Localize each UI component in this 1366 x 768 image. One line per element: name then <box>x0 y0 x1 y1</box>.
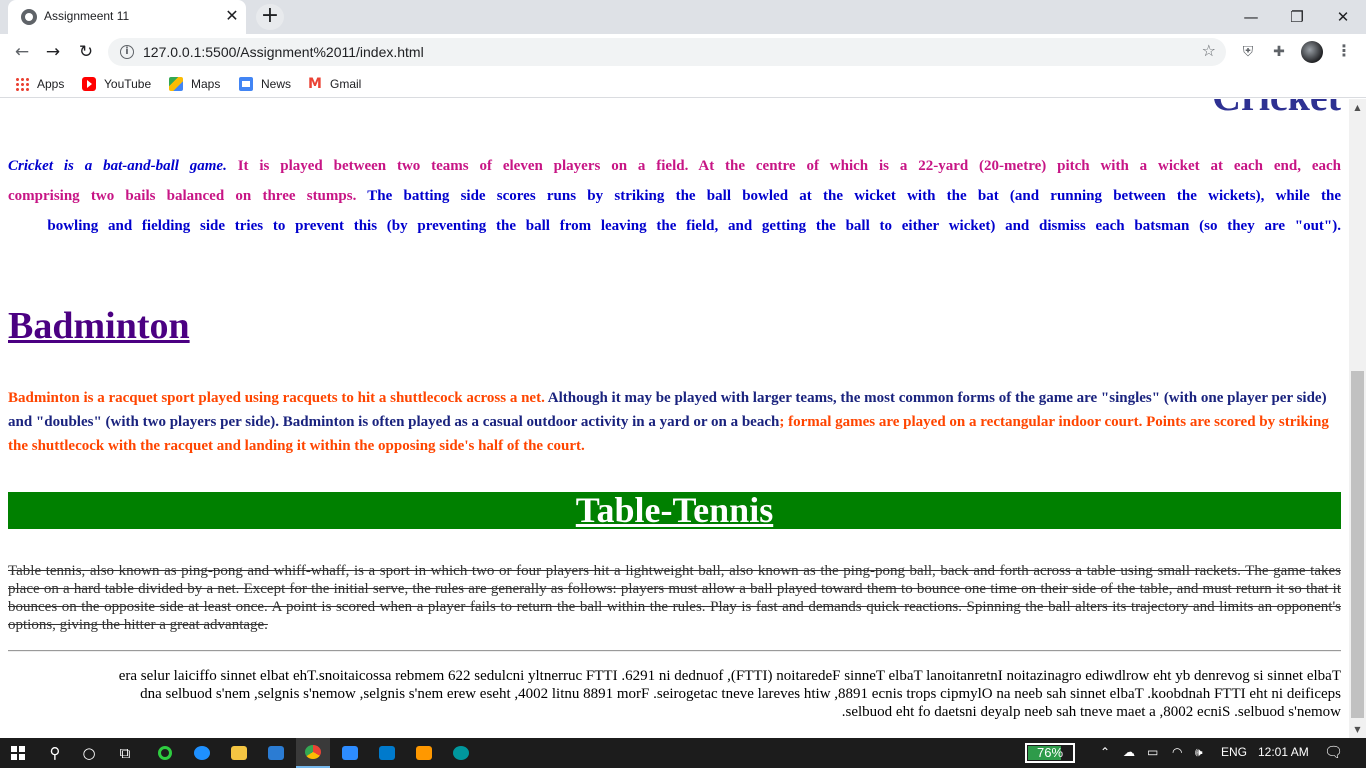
forward-button[interactable]: → <box>41 40 65 64</box>
profile-avatar[interactable] <box>1301 41 1323 63</box>
refresh-app-icon[interactable] <box>148 738 182 768</box>
start-button[interactable] <box>1 738 35 768</box>
sublime-text-icon[interactable] <box>407 738 441 768</box>
close-window-button[interactable]: ✕ <box>1320 4 1366 30</box>
page-scrollbar[interactable]: ▲ ▼ <box>1349 99 1366 738</box>
cortana-icon[interactable]: ○ <box>72 738 106 768</box>
horizontal-rule <box>8 650 1341 652</box>
file-explorer-icon[interactable] <box>222 738 256 768</box>
bookmark-youtube[interactable]: YouTube <box>82 76 151 92</box>
reversed-line: .selbuod eht fo daetsni deyalp neeb sah … <box>841 704 1341 720</box>
bookmark-label: Maps <box>191 77 221 91</box>
bookmarks-bar: Apps YouTube Maps News M Gmail <box>0 70 1366 98</box>
close-tab-icon[interactable]: ✕ <box>222 6 242 26</box>
notifications-icon[interactable]: 🗨 <box>1324 743 1343 761</box>
language-indicator[interactable]: ENG <box>1221 745 1247 759</box>
reversed-text-paragraph: era selur laiciffo sinnet elbat ehT.snoi… <box>8 667 1341 721</box>
scroll-up-arrow-icon[interactable]: ▲ <box>1349 99 1366 116</box>
browser-tab-strip: Assignmeent 11 ✕ + — ❐ ✕ <box>0 0 1366 34</box>
bookmark-label: Apps <box>37 77 65 91</box>
page-viewport: Cricket Cricket is a bat-and-ball game. … <box>0 99 1349 738</box>
edge-browser-icon[interactable] <box>185 738 219 768</box>
minimize-button[interactable]: — <box>1228 4 1274 30</box>
puzzle-extensions-icon[interactable]: ✚ <box>1269 42 1289 62</box>
chevron-up-icon[interactable]: ⌃ <box>1100 745 1110 759</box>
badminton-heading: Badminton <box>8 305 190 347</box>
reversed-line: dna selbuod s'nem ,selgnis s'nemow ,selg… <box>140 686 1341 702</box>
maps-icon <box>169 77 183 91</box>
volume-icon[interactable]: 🕪 <box>1195 745 1203 760</box>
badminton-paragraph: Badminton is a racquet sport played usin… <box>8 386 1341 458</box>
search-icon[interactable]: ⚲ <box>38 738 72 768</box>
table-tennis-paragraph: Table tennis, also known as ping-pong an… <box>8 563 1341 633</box>
cricket-paragraph: Cricket is a bat-and-ball game. It is pl… <box>8 151 1341 241</box>
new-tab-button[interactable]: + <box>256 4 284 30</box>
gmail-icon: M <box>308 76 322 92</box>
browser-menu-icon[interactable]: ⋮ <box>1336 40 1352 64</box>
bookmark-label: YouTube <box>104 77 152 91</box>
table-tennis-heading: Table-Tennis <box>575 490 774 530</box>
cricket-intro: Cricket is a bat-and-ball game. <box>8 158 227 174</box>
bookmark-apps[interactable]: Apps <box>15 76 64 92</box>
zoom-icon[interactable] <box>333 738 367 768</box>
cricket-heading: Cricket <box>1212 99 1341 120</box>
restore-button[interactable]: ❐ <box>1274 4 1320 30</box>
battery-percent-label: 76% <box>1036 745 1064 760</box>
badminton-orange-text: Badminton is a racquet sport played usin… <box>8 390 545 406</box>
bookmark-gmail[interactable]: M Gmail <box>308 76 361 92</box>
task-view-icon[interactable]: ⧉ <box>108 738 142 768</box>
bookmark-label: Gmail <box>330 77 362 91</box>
apps-grid-icon <box>15 77 29 91</box>
url-text[interactable]: 127.0.0.1:5500/Assignment%2011/index.htm… <box>143 44 424 60</box>
bookmark-label: News <box>261 77 292 91</box>
tab-title: Assignmeent 11 <box>44 9 130 23</box>
battery-icon[interactable]: ▭ <box>1147 745 1158 759</box>
news-icon <box>239 77 253 91</box>
youtube-icon <box>82 77 96 91</box>
reload-button[interactable]: ↻ <box>74 40 98 64</box>
windows-taskbar: ⚲ ○ ⧉ 76% ⌃ ☁ ▭ ◠ 🕪 ENG 12:01 AM 🗨 <box>0 738 1366 768</box>
bookmark-star-icon[interactable]: ☆ <box>1202 41 1216 60</box>
arduino-icon[interactable] <box>444 738 478 768</box>
reversed-line: era selur laiciffo sinnet elbat ehT.snoi… <box>118 668 1341 684</box>
scroll-down-arrow-icon[interactable]: ▼ <box>1349 721 1366 738</box>
shield-extension-icon[interactable]: ⛨ <box>1238 42 1258 62</box>
info-icon[interactable]: i <box>120 45 134 59</box>
globe-icon <box>21 9 37 25</box>
mail-icon[interactable] <box>259 738 293 768</box>
chrome-taskbar-icon[interactable] <box>296 738 330 768</box>
table-tennis-banner: Table-Tennis <box>8 490 1341 530</box>
cloud-icon[interactable]: ☁ <box>1123 745 1135 759</box>
battery-indicator[interactable]: 76% <box>1025 743 1075 763</box>
browser-toolbar: ← → ↻ i 127.0.0.1:5500/Assignment%2011/i… <box>0 34 1366 70</box>
address-bar[interactable]: i 127.0.0.1:5500/Assignment%2011/index.h… <box>108 38 1226 66</box>
clock[interactable]: 12:01 AM <box>1258 745 1309 759</box>
scroll-thumb[interactable] <box>1351 371 1364 718</box>
windows-logo-icon <box>11 746 25 760</box>
bookmark-news[interactable]: News <box>239 76 291 92</box>
vscode-icon[interactable] <box>370 738 404 768</box>
browser-tab[interactable]: Assignmeent 11 ✕ <box>8 0 246 34</box>
bookmark-maps[interactable]: Maps <box>169 76 220 92</box>
wifi-icon[interactable]: ◠ <box>1172 745 1182 759</box>
back-button[interactable]: ← <box>10 40 34 64</box>
